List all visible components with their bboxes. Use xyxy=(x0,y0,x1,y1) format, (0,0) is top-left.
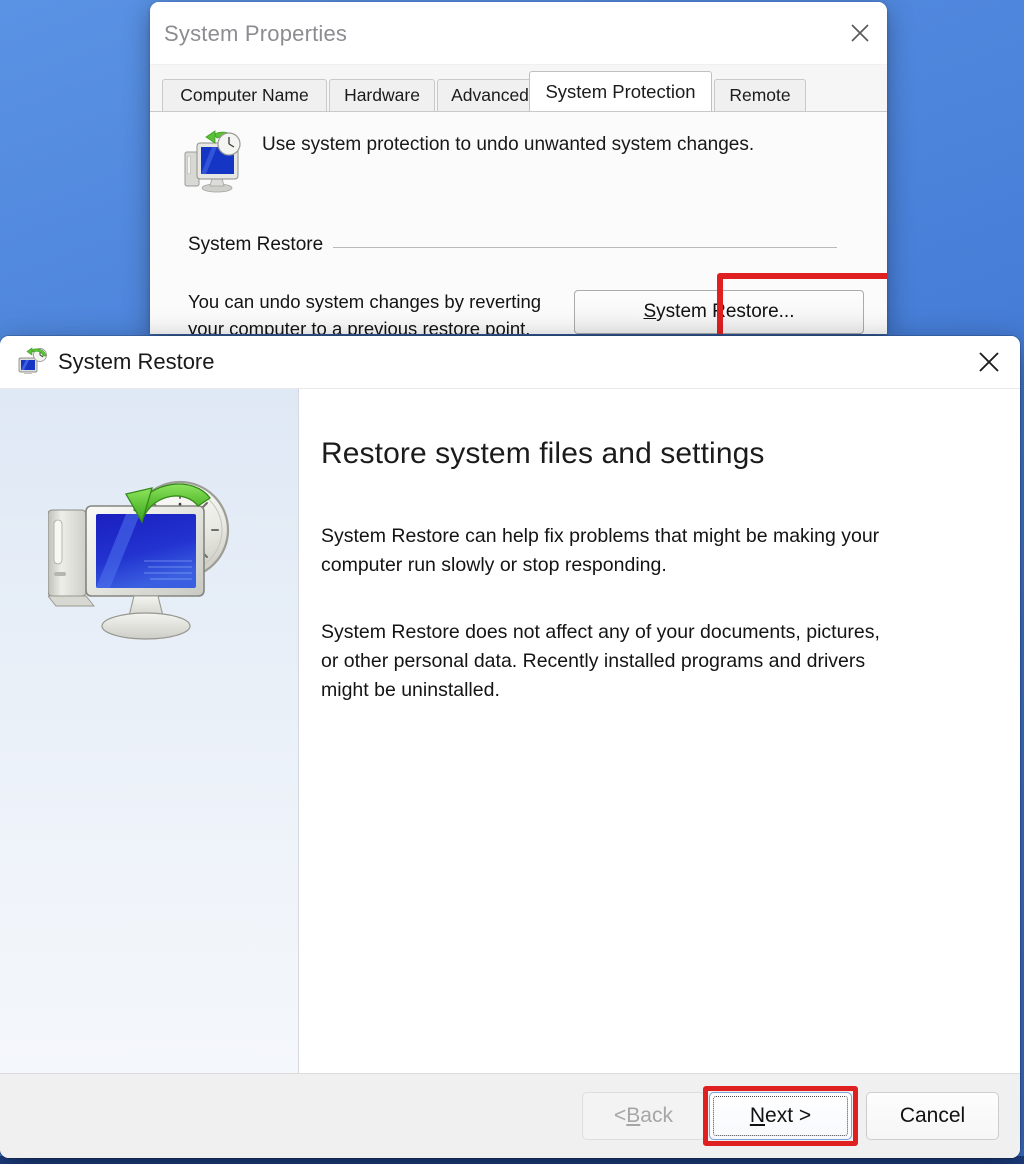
system-restore-main: Restore system files and settings System… xyxy=(299,389,1020,1073)
system-restore-footer: < Back Next > Cancel xyxy=(0,1073,1020,1158)
system-restore-description-line2: your computer to a previous restore poin… xyxy=(188,318,531,334)
tab-label: System Protection xyxy=(545,80,696,102)
tab-hardware[interactable]: Hardware xyxy=(329,79,435,111)
tab-advanced[interactable]: Advanced xyxy=(437,79,543,111)
close-icon[interactable] xyxy=(833,2,887,64)
system-restore-monitor-clock-icon xyxy=(18,347,48,377)
back-button[interactable]: < Back xyxy=(582,1092,705,1140)
system-restore-button[interactable]: System Restore... xyxy=(574,290,864,334)
next-button[interactable]: Next > xyxy=(709,1092,852,1140)
system-restore-window-title: System Restore xyxy=(58,349,215,374)
tab-label: Hardware xyxy=(344,85,420,105)
system-protection-panel: Use system protection to undo unwanted s… xyxy=(150,112,887,334)
system-restore-paragraph-1: System Restore can help fix problems tha… xyxy=(321,525,880,576)
back-button-prefix: < xyxy=(614,1104,627,1127)
system-restore-description-line1: You can undo system changes by reverting xyxy=(188,291,542,312)
next-button-accel: N xyxy=(749,1104,766,1127)
next-button-label: ext > xyxy=(765,1104,812,1127)
monitor-clock-green-arrow-illustration xyxy=(47,474,254,649)
cancel-button[interactable]: Cancel xyxy=(866,1092,999,1140)
system-restore-content: Restore system files and settings System… xyxy=(0,388,1020,1073)
system-properties-tabstrip: Computer Name Hardware Advanced System P… xyxy=(150,65,887,112)
back-button-label: ack xyxy=(640,1104,673,1127)
system-restore-button-accel: S xyxy=(643,301,657,322)
system-properties-title: System Properties xyxy=(164,21,348,46)
close-icon[interactable] xyxy=(958,336,1020,388)
system-restore-button-label: ystem Restore... xyxy=(656,301,795,322)
cancel-button-label: Cancel xyxy=(899,1104,966,1127)
tab-label: Computer Name xyxy=(180,85,309,105)
system-restore-window: System Restore Restore system files and … xyxy=(0,336,1020,1158)
system-restore-sidebar xyxy=(0,389,299,1073)
tab-system-protection[interactable]: System Protection xyxy=(529,71,712,111)
system-restore-description: You can undo system changes by reverting… xyxy=(188,288,568,334)
page-title: Restore system files and settings xyxy=(321,437,765,470)
system-properties-window: System Properties Computer Name Hardware… xyxy=(150,2,887,334)
tab-remote[interactable]: Remote xyxy=(714,79,806,111)
back-button-accel: B xyxy=(626,1104,641,1127)
desktop-background: System Properties Computer Name Hardware… xyxy=(0,0,1024,1164)
system-restore-titlebar: System Restore xyxy=(0,336,1020,388)
system-protection-hero-text: Use system protection to undo unwanted s… xyxy=(262,134,755,155)
system-restore-paragraph-2: System Restore does not affect any of yo… xyxy=(321,621,880,701)
system-properties-titlebar: System Properties xyxy=(150,2,887,65)
tab-label: Advanced xyxy=(451,85,529,105)
system-restore-group-label: System Restore xyxy=(188,234,334,256)
system-protection-monitor-icon xyxy=(184,130,246,194)
tab-label: Remote xyxy=(729,85,791,105)
tab-computer-name[interactable]: Computer Name xyxy=(162,79,327,111)
